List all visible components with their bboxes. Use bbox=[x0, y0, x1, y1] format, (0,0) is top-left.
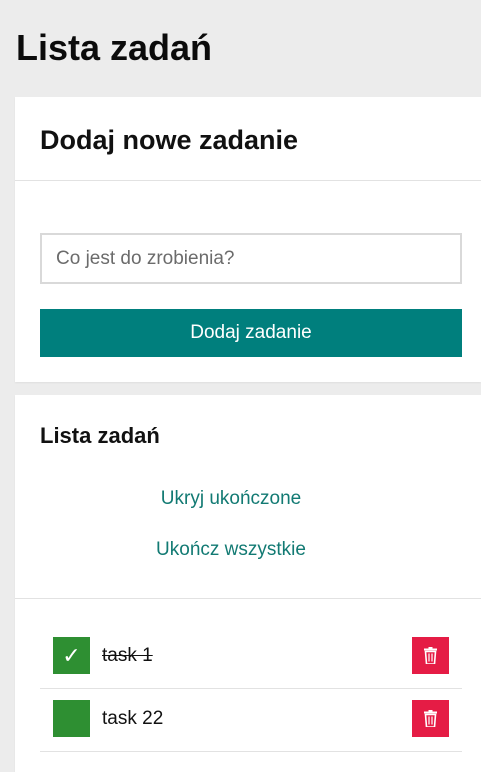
task-row: task 22 bbox=[40, 689, 462, 752]
task-label: task 22 bbox=[102, 708, 164, 729]
check-icon: ✓ bbox=[62, 643, 81, 668]
task-label: task 1 bbox=[102, 645, 153, 666]
new-task-input[interactable] bbox=[40, 233, 462, 284]
page-title: Lista zadań bbox=[16, 27, 213, 68]
task-complete-toggle[interactable] bbox=[53, 700, 90, 737]
hide-completed-link[interactable]: Ukryj ukończone bbox=[15, 487, 447, 511]
trash-icon bbox=[424, 647, 437, 664]
task-list-card: Lista zadań Ukryj ukończone Ukończ wszys… bbox=[15, 395, 481, 772]
task-list-title: Lista zadań bbox=[40, 423, 160, 448]
delete-task-button[interactable] bbox=[412, 637, 449, 674]
add-task-title: Dodaj nowe zadanie bbox=[40, 125, 299, 155]
trash-icon bbox=[424, 710, 437, 727]
task-row: ✓ task 1 bbox=[40, 626, 462, 689]
add-task-card: Dodaj nowe zadanie Dodaj zadanie bbox=[15, 97, 481, 382]
list-divider bbox=[15, 598, 481, 599]
complete-all-link[interactable]: Ukończ wszystkie bbox=[15, 538, 447, 562]
task-complete-toggle[interactable]: ✓ bbox=[53, 637, 90, 674]
add-task-header: Dodaj nowe zadanie bbox=[15, 97, 481, 181]
add-task-button[interactable]: Dodaj zadanie bbox=[40, 309, 462, 357]
delete-task-button[interactable] bbox=[412, 700, 449, 737]
